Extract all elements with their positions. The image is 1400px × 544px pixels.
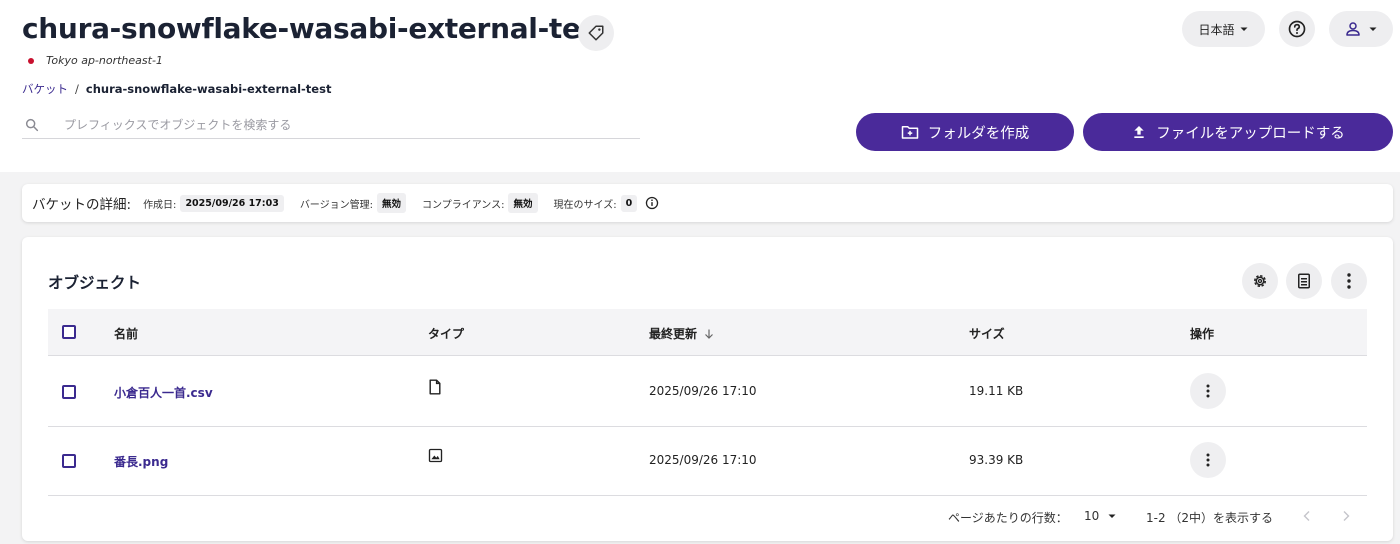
rows-per-page-select[interactable]: 10 — [1084, 509, 1117, 523]
upload-file-label: ファイルをアップロードする — [1156, 125, 1345, 142]
row-actions-button[interactable] — [1190, 442, 1226, 478]
upload-file-button[interactable]: ファイルをアップロードする — [1083, 113, 1393, 151]
more-vertical-icon — [1347, 273, 1351, 289]
column-view-button[interactable] — [1286, 263, 1322, 299]
region-flag-dot — [28, 57, 34, 64]
object-name-link[interactable]: 小倉百人一首.csv — [114, 384, 213, 401]
user-menu[interactable] — [1329, 11, 1393, 47]
rows-per-page-label: ページあたりの行数： — [948, 511, 1068, 525]
folder-plus-icon — [901, 126, 918, 139]
file-icon — [428, 379, 442, 398]
created-value: 2025/09/26 17:03 — [180, 194, 284, 212]
gear-icon — [1254, 275, 1266, 287]
chevron-right-icon — [1343, 511, 1350, 521]
rows-per-page-value: 10 — [1084, 509, 1100, 523]
caret-down-icon — [1108, 514, 1116, 518]
arrow-down-icon — [705, 329, 713, 339]
region-indicator: Tokyo ap-northeast-1 — [28, 54, 163, 67]
breadcrumb-buckets-link[interactable]: バケット — [22, 81, 68, 97]
page-header: chura-snowflake-wasabi-external-test Tok… — [0, 0, 1400, 172]
breadcrumb-separator: / — [75, 82, 79, 96]
breadcrumb: バケット / chura-snowflake-wasabi-external-t… — [22, 81, 331, 97]
create-folder-label: フォルダを作成 — [927, 125, 1030, 142]
row-checkbox[interactable] — [62, 385, 76, 399]
modified-date: 2025/09/26 17:10 — [649, 453, 757, 467]
info-icon[interactable] — [645, 196, 659, 210]
more-vertical-icon — [1206, 453, 1210, 467]
file-size: 93.39 KB — [969, 453, 1024, 467]
help-button[interactable] — [1279, 11, 1315, 47]
column-header-modified[interactable]: 最終更新 — [649, 325, 715, 342]
file-size: 19.11 KB — [969, 384, 1024, 398]
tag-button[interactable] — [578, 15, 614, 51]
language-label: 日本語 — [1198, 22, 1235, 37]
versioning-value: 無効 — [376, 193, 406, 213]
object-name-link[interactable]: 番長.png — [114, 453, 168, 470]
help-icon — [1288, 20, 1306, 38]
table-row: 番長.png 2025/09/26 17:10 93.39 KB — [48, 426, 1367, 496]
compliance-value: 無効 — [508, 193, 538, 213]
versioning-label: バージョン管理: — [299, 199, 373, 211]
row-checkbox[interactable] — [62, 454, 76, 468]
table-row: 小倉百人一首.csv 2025/09/26 17:10 19.11 KB — [48, 357, 1367, 427]
upload-icon — [1134, 126, 1144, 138]
create-folder-button[interactable]: フォルダを作成 — [856, 113, 1074, 151]
language-selector[interactable]: 日本語 — [1182, 11, 1265, 47]
caret-down-icon — [1369, 27, 1377, 31]
breadcrumb-current: chura-snowflake-wasabi-external-test — [85, 82, 332, 96]
objects-panel: オブジェクト 名前 タイプ 最終更新 サイズ 操作 小倉百人一首.csv 202… — [22, 237, 1393, 541]
column-header-modified-label: 最終更新 — [649, 327, 698, 341]
size-value: 0 — [620, 194, 638, 212]
column-header-size[interactable]: サイズ — [969, 325, 1005, 342]
created-label: 作成日: — [143, 199, 177, 211]
bucket-details-bar: バケットの詳細: 作成日: 2025/09/26 17:03 バージョン管理: … — [22, 184, 1393, 222]
select-all-checkbox[interactable] — [62, 325, 76, 339]
search-input[interactable] — [64, 118, 624, 132]
bucket-details-label: バケットの詳細: — [32, 197, 132, 213]
pagination-range: 1-2 （2中）を表示する — [1146, 511, 1274, 525]
column-header-actions: 操作 — [1190, 327, 1215, 341]
search-icon — [24, 117, 44, 133]
row-actions-button[interactable] — [1190, 373, 1226, 409]
table-header: 名前 タイプ 最終更新 サイズ 操作 — [48, 309, 1367, 356]
search-bar — [22, 112, 640, 139]
settings-button[interactable] — [1242, 263, 1278, 299]
objects-title: オブジェクト — [48, 274, 142, 292]
compliance-label: コンプライアンス: — [422, 199, 505, 211]
column-header-name[interactable]: 名前 — [114, 325, 138, 342]
modified-date: 2025/09/26 17:10 — [649, 384, 757, 398]
more-options-button[interactable] — [1331, 263, 1367, 299]
column-header-type[interactable]: タイプ — [428, 325, 464, 342]
chevron-left-icon — [1303, 511, 1310, 521]
image-icon — [428, 448, 443, 466]
user-icon — [1346, 22, 1360, 36]
more-vertical-icon — [1206, 384, 1210, 398]
region-label: Tokyo ap-northeast-1 — [46, 54, 163, 67]
next-page-button[interactable] — [1341, 510, 1351, 522]
tag-icon — [588, 25, 604, 41]
size-label: 現在のサイズ: — [553, 199, 617, 211]
previous-page-button[interactable] — [1302, 510, 1312, 522]
page-title: chura-snowflake-wasabi-external-test — [22, 12, 611, 45]
caret-down-icon — [1240, 27, 1247, 31]
column-layout-icon — [1298, 273, 1310, 289]
